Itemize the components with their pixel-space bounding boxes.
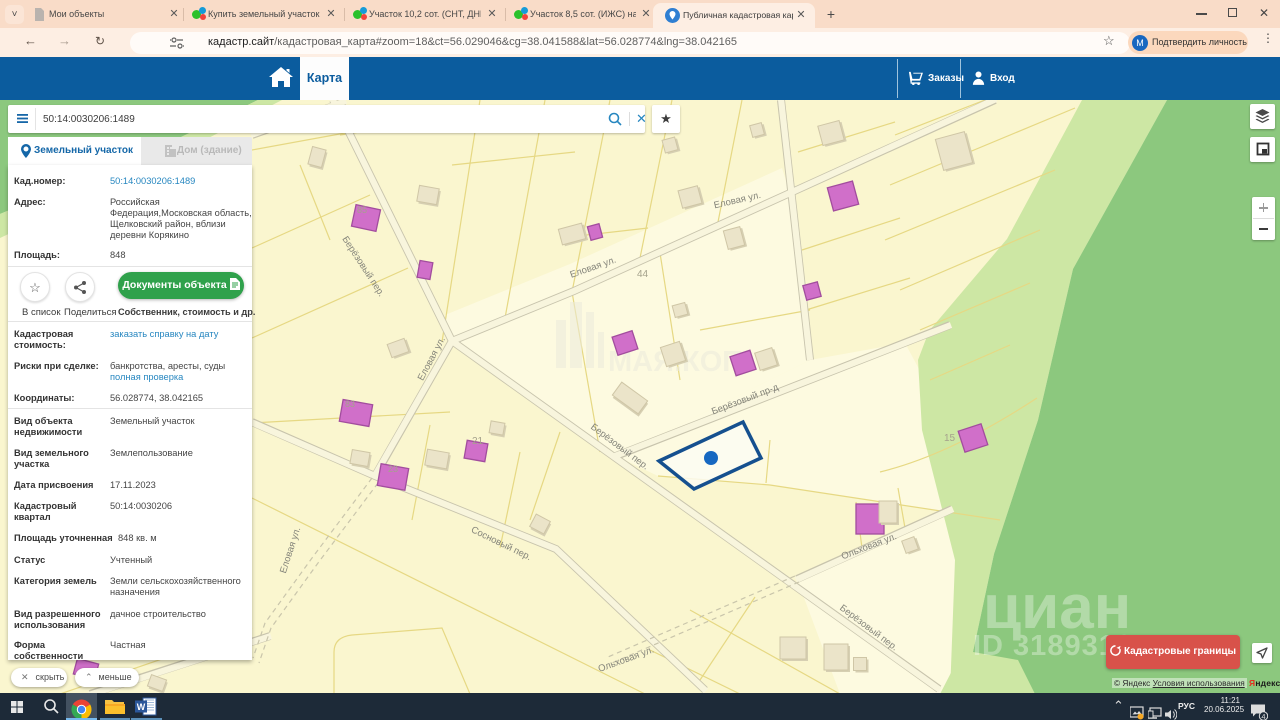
svg-text:44: 44 <box>637 269 649 280</box>
svg-text:15: 15 <box>944 433 956 444</box>
svg-text:4: 4 <box>1261 712 1265 720</box>
svg-text:23: 23 <box>388 464 398 474</box>
svg-text:21: 21 <box>472 436 484 447</box>
svg-text:85: 85 <box>357 205 367 215</box>
svg-text:83: 83 <box>345 399 355 409</box>
svg-text:W: W <box>137 702 146 712</box>
